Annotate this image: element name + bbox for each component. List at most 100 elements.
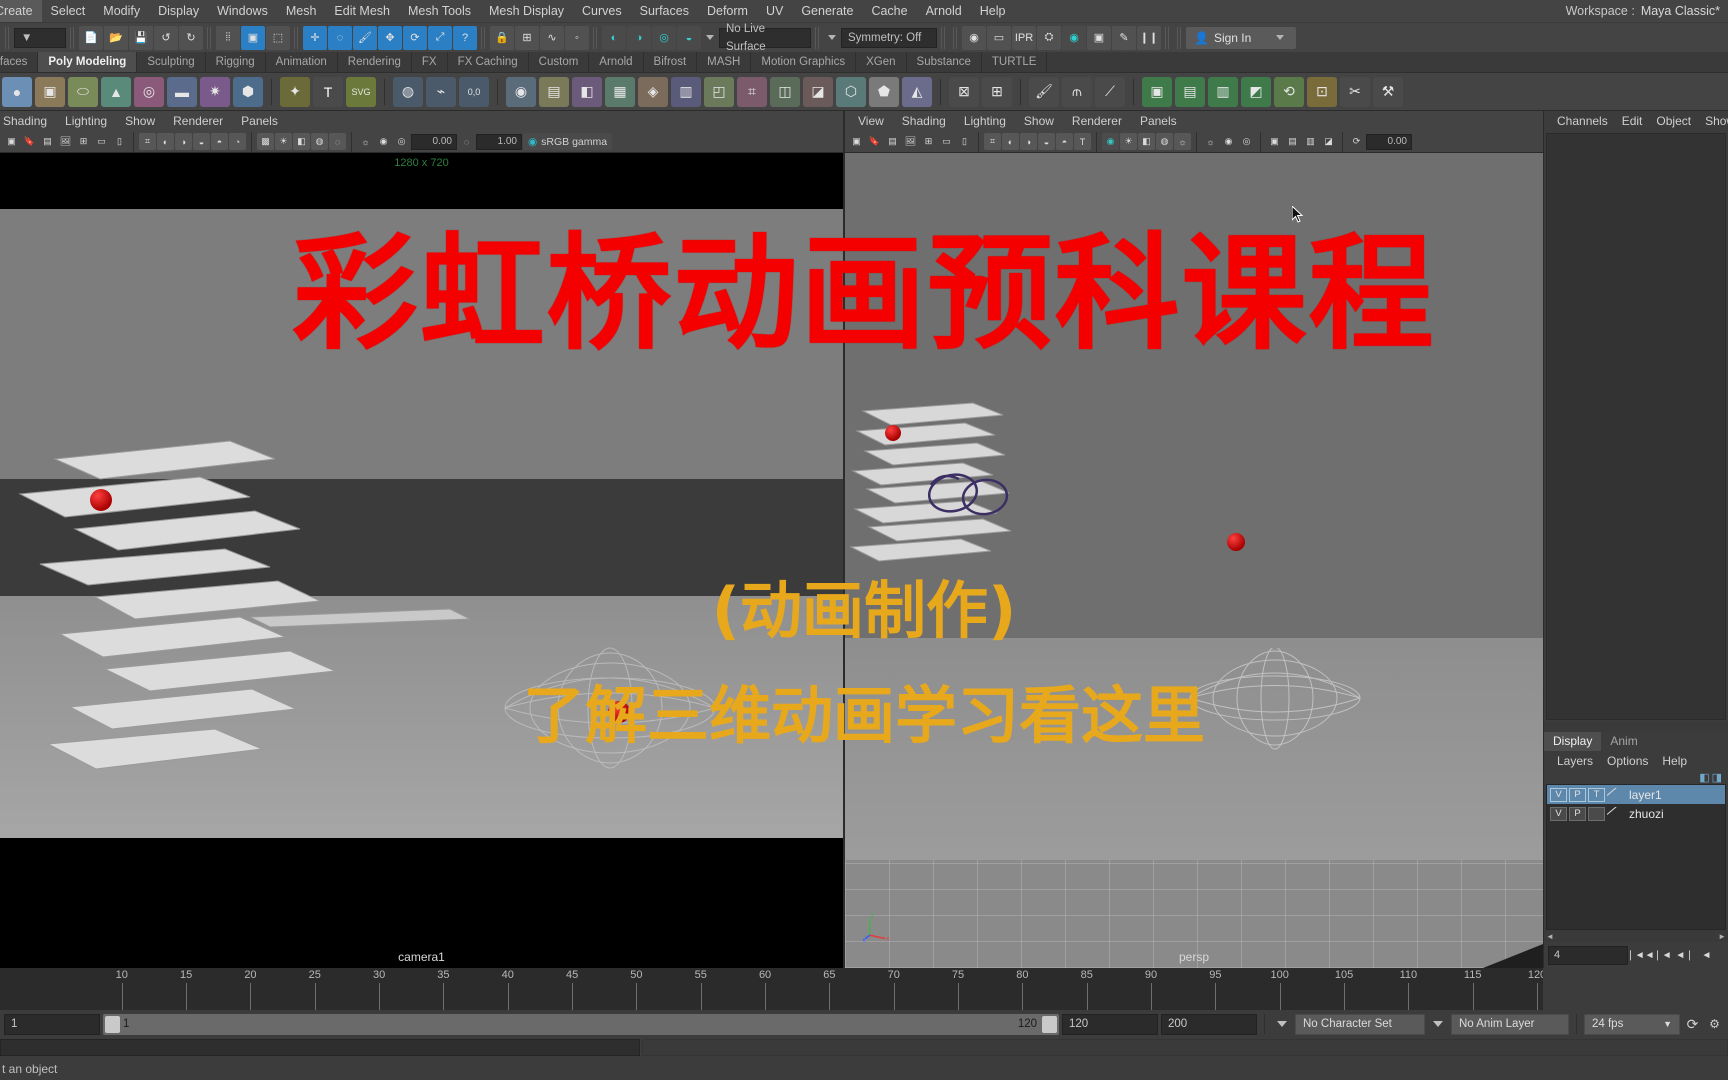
cb-menu-object[interactable]: Object [1649,114,1698,128]
vpr-exposure-minus-icon[interactable]: ☼ [1202,133,1219,150]
uv-cut-icon[interactable]: ◩ [1241,76,1271,107]
zhuozi-name[interactable]: zhuozi [1629,807,1664,821]
vpr-screenshot-icon[interactable]: ◪ [1320,133,1337,150]
range-start-handle[interactable] [105,1015,120,1033]
vpl-motion-blur-icon[interactable]: ◌ [329,133,346,150]
vpl-menu-panels[interactable]: Panels [232,111,287,131]
toolbar-drag-handle-11[interactable] [1177,26,1182,49]
loop-playback-icon[interactable]: ⟳ [1683,1015,1702,1034]
vpl-select-camera-icon[interactable]: ▣ [3,133,20,150]
poly-plane-icon[interactable]: ▬ [167,76,197,107]
zhuozi-type-toggle[interactable] [1588,806,1605,821]
vpl-shade-wire-icon[interactable]: ◑ [175,133,192,150]
layer-list-scrollbar[interactable]: ◄ ► [1544,930,1728,942]
open-scene-icon[interactable]: 📂 [104,25,128,50]
snap-view-plane-icon[interactable]: ◑ [627,25,651,50]
symmetry-caret-icon[interactable] [828,35,836,40]
vpr-lights-icon[interactable]: ☀ [1120,133,1137,150]
layer-row-zhuozi[interactable]: V P zhuozi [1547,804,1725,823]
sign-in-button[interactable]: 👤 Sign In [1186,26,1297,49]
anim-layer-caret-icon[interactable] [1433,1021,1443,1027]
vpl-gamma-icon[interactable]: ◎ [393,133,410,150]
shelf-tab-surfaces[interactable]: Surfaces [0,52,39,72]
vpr-select-camera-icon[interactable]: ▣ [848,133,865,150]
move-tool-icon[interactable]: ✥ [378,25,402,50]
vpr-ao-icon[interactable]: ◍ [1156,133,1173,150]
vpr-menu-renderer[interactable]: Renderer [1063,111,1131,131]
step-back-key-icon[interactable]: ❘◄ [1653,946,1672,965]
snap-point-icon[interactable]: ◦ [565,25,589,50]
menu-surfaces[interactable]: Surfaces [631,0,698,22]
render-view-icon[interactable]: ▣ [1087,25,1111,50]
vpr-xray-icon[interactable]: ◓ [1056,133,1073,150]
snap-projected-center-icon[interactable]: ◐ [602,25,626,50]
uv-layout-icon[interactable]: ▥ [1208,76,1238,107]
vpl-bookmark-icon[interactable]: 🔖 [21,133,38,150]
mirror-geometry-icon[interactable]: ▦ [605,76,635,107]
character-set-selector[interactable]: No Character Set [1295,1013,1425,1035]
vpr-wireframe-icon[interactable]: ⌗ [984,133,1001,150]
vpr-bookmark-icon[interactable]: 🔖 [866,133,883,150]
svg-tool-icon[interactable]: SVG [346,76,376,107]
vpl-exposure-minus-icon[interactable]: ☼ [357,133,374,150]
target-weld-icon[interactable]: ⊞ [982,76,1012,107]
step-back-frame-icon[interactable]: ◄❘ [1675,946,1694,965]
toolbar-drag-handle-5[interactable] [481,26,486,49]
vpl-wireframe-icon[interactable]: ⌗ [139,133,156,150]
fps-selector[interactable]: 24 fps ▼ [1584,1013,1680,1035]
shelf-tab-xgen[interactable]: XGen [856,52,907,72]
range-slider[interactable]: 1 120 [103,1013,1059,1035]
uv-editor-icon[interactable]: ▣ [1142,76,1172,107]
poly-disc-icon[interactable]: ✷ [200,76,230,107]
live-surface-caret-icon[interactable] [706,35,714,40]
select-tool-icon[interactable]: ✛ [303,25,327,50]
snap-curve-icon[interactable]: ∿ [540,25,564,50]
vpr-motion-blur-icon[interactable]: ☼ [1174,133,1191,150]
toolbar-drag-handle-6[interactable] [593,26,598,49]
vpl-grid-toggle-icon[interactable]: ⊞ [75,133,92,150]
vpl-lights-icon[interactable]: ☀ [275,133,292,150]
shelf-tab-animation[interactable]: Animation [266,52,338,72]
menu-curves[interactable]: Curves [573,0,631,22]
character-set-caret-icon[interactable] [1277,1021,1287,1027]
snap-uv-icon[interactable]: ◒ [677,25,701,50]
render-current-frame-icon[interactable]: ◉ [962,25,986,50]
shelf-tab-turtle[interactable]: TURTLE [982,52,1048,72]
menu-windows[interactable]: Windows [208,0,277,22]
fill-hole-icon[interactable]: ◫ [770,76,800,107]
animation-preferences-icon[interactable]: ⚙ [1705,1015,1724,1034]
soft-select-icon[interactable]: 0,0 [459,76,489,107]
multi-cut-icon[interactable]: ⊠ [949,76,979,107]
new-scene-icon[interactable]: 📄 [79,25,103,50]
range-start-field[interactable]: 1 [4,1013,100,1035]
shelf-tab-sculpting[interactable]: Sculpting [137,52,206,72]
shelf-tab-fx[interactable]: FX [412,52,448,72]
vpl-gamma-icon-2[interactable]: ◌ [458,133,475,150]
cb-menu-show[interactable]: Show [1698,114,1728,128]
vpl-xray-joints-icon[interactable]: ◔ [229,133,246,150]
menu-arnold[interactable]: Arnold [917,0,971,22]
vpl-resolution-gate-icon[interactable]: ▯ [111,133,128,150]
menu-mesh-tools[interactable]: Mesh Tools [399,0,480,22]
render-red-ball-1[interactable] [90,489,112,511]
layer-row-layer1[interactable]: V P T layer1 [1547,785,1725,804]
scroll-right-icon[interactable]: ► [1718,932,1726,941]
smooth-icon[interactable]: ◈ [638,76,668,107]
vpr-isolate-select-icon[interactable]: ▣ [1266,133,1283,150]
playback-end-field[interactable]: 200 [1161,1013,1257,1035]
select-by-component-icon[interactable]: ⬚ [266,25,290,50]
vpr-menu-view[interactable]: View [849,111,893,131]
shelf-tab-arnold[interactable]: Arnold [589,52,644,72]
poly-cylinder-icon[interactable]: ⬭ [68,76,98,107]
poly-torus-icon[interactable]: ◎ [134,76,164,107]
vpl-menu-renderer[interactable]: Renderer [164,111,232,131]
layer1-color-swatch[interactable] [1607,788,1623,802]
fps-caret-icon[interactable]: ▼ [1663,1019,1672,1029]
layer-menu-help[interactable]: Help [1655,754,1694,768]
vpr-menu-panels[interactable]: Panels [1131,111,1186,131]
toolbar-drag-handle-4[interactable] [294,26,299,49]
layer-list[interactable]: V P T layer1 V P zhuozi [1546,784,1726,930]
toolbar-drag-handle-8[interactable] [941,26,946,49]
layer1-name[interactable]: layer1 [1629,788,1662,802]
vpl-exposure-field[interactable]: 0.00 [411,133,457,150]
